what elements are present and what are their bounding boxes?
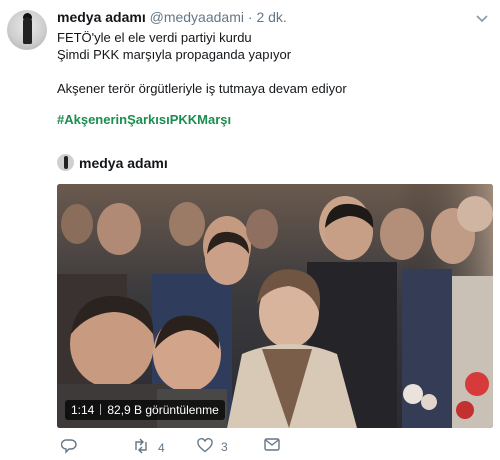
hashtag-link[interactable]: #AkşenerinŞarkısıPKKMarşı bbox=[57, 112, 231, 127]
like-count: 3 bbox=[221, 440, 228, 454]
envelope-icon bbox=[264, 438, 280, 454]
tweet-time[interactable]: 2 dk. bbox=[256, 9, 286, 25]
profile-avatar[interactable] bbox=[7, 10, 47, 50]
tweet-line: Akşener terör örgütleriyle iş tutmaya de… bbox=[57, 81, 347, 96]
video-frame bbox=[57, 184, 493, 428]
reply-button[interactable] bbox=[60, 438, 77, 457]
header-separator: · bbox=[247, 9, 253, 25]
embed-avatar[interactable] bbox=[57, 154, 74, 171]
reply-icon bbox=[60, 438, 77, 457]
like-button[interactable]: 3 bbox=[197, 438, 228, 456]
retweet-button[interactable]: 4 bbox=[132, 438, 165, 457]
video-player[interactable]: 1:14 82,9 B görüntülenme bbox=[57, 184, 493, 428]
embed-author[interactable]: medya adamı bbox=[57, 154, 168, 171]
tweet-actions: 4 3 bbox=[57, 438, 477, 458]
tweet-header: medya adamı @medyaadami · 2 dk. bbox=[57, 9, 287, 25]
video-views: 82,9 B görüntülenme bbox=[107, 403, 219, 417]
video-badge: 1:14 82,9 B görüntülenme bbox=[65, 400, 225, 420]
tweet-line: Şimdi PKK marşıyla propaganda yapıyor bbox=[57, 47, 292, 62]
heart-icon bbox=[197, 438, 213, 456]
retweet-icon bbox=[132, 438, 150, 457]
chevron-down-icon[interactable] bbox=[476, 10, 488, 28]
tweet-line: FETÖ'yle el ele verdi partiyi kurdu bbox=[57, 30, 252, 45]
tweet-text: FETÖ'yle el ele verdi partiyi kurdu Şimd… bbox=[57, 29, 477, 97]
author-name[interactable]: medya adamı bbox=[57, 9, 146, 25]
direct-message-button[interactable] bbox=[264, 438, 280, 454]
retweet-count: 4 bbox=[158, 440, 165, 455]
embed-author-name[interactable]: medya adamı bbox=[79, 155, 168, 171]
author-handle[interactable]: @medyaadami bbox=[150, 9, 244, 25]
video-duration: 1:14 bbox=[71, 403, 95, 417]
